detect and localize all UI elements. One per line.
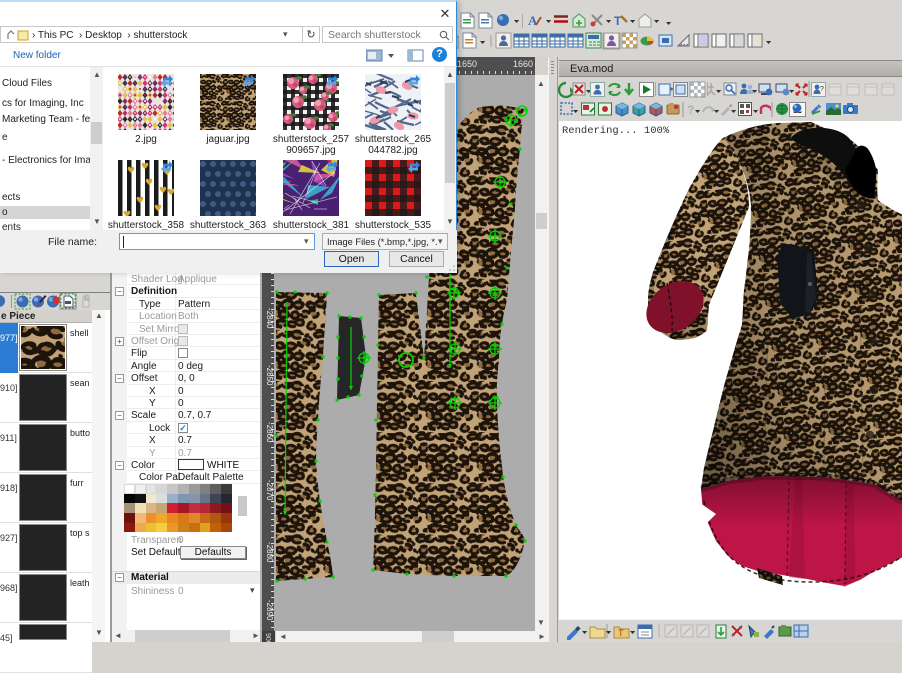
svg-text:?: ?	[687, 103, 694, 117]
svg-text:A: A	[528, 13, 538, 28]
svg-text:-2860: -2860	[265, 422, 274, 443]
svg-text:-2870: -2870	[265, 480, 274, 501]
svg-text:?: ?	[820, 86, 824, 93]
svg-text:N: N	[85, 297, 89, 303]
svg-text:-2850: -2850	[265, 365, 274, 386]
svg-text:T: T	[614, 14, 622, 28]
svg-text:T: T	[618, 628, 624, 638]
svg-text:-2880: -2880	[265, 542, 274, 563]
svg-text:-2890: -2890	[265, 600, 274, 621]
svg-text:-2840: -2840	[265, 308, 274, 329]
